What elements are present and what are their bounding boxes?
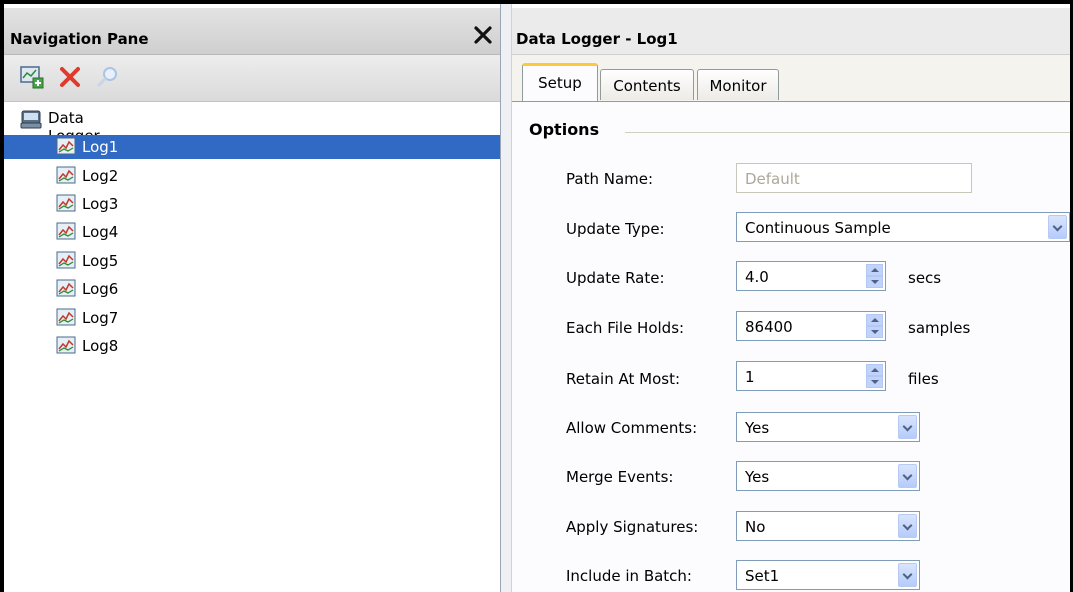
spin-down-icon[interactable] xyxy=(866,326,883,338)
merge-events-value: Yes xyxy=(745,468,770,486)
each-file-holds-value: 86400 xyxy=(745,318,793,336)
splitter[interactable] xyxy=(501,4,512,592)
include-in-batch-value: Set1 xyxy=(745,567,780,585)
update-rate-value: 4.0 xyxy=(745,268,769,286)
tab-monitor[interactable]: Monitor xyxy=(697,69,779,100)
close-icon[interactable] xyxy=(472,24,494,46)
tree-item-log7[interactable]: Log7 xyxy=(4,306,500,330)
merge-events-select[interactable]: Yes xyxy=(736,461,920,491)
each-file-holds-label: Each File Holds: xyxy=(566,319,685,337)
allow-comments-select[interactable]: Yes xyxy=(736,412,920,442)
navigation-pane: Navigation Pane Data Logger xyxy=(4,4,501,592)
spin-up-icon[interactable] xyxy=(866,364,883,376)
log-icon xyxy=(56,251,76,269)
spin-up-icon[interactable] xyxy=(866,264,883,276)
log-icon xyxy=(56,336,76,354)
tree-item-label: Log2 xyxy=(82,167,119,185)
spinner[interactable] xyxy=(866,264,883,288)
options-divider xyxy=(625,132,1070,133)
tree-item-label: Log3 xyxy=(82,195,119,213)
tab-strip: Setup Contents Monitor xyxy=(512,55,1070,102)
tree-item-log2[interactable]: Log2 xyxy=(4,164,500,188)
nav-header: Navigation Pane xyxy=(4,8,500,55)
nav-toolbar xyxy=(4,55,500,102)
refresh-icon[interactable] xyxy=(94,63,122,91)
include-in-batch-select[interactable]: Set1 xyxy=(736,560,920,590)
nav-title: Navigation Pane xyxy=(10,30,149,48)
log-icon xyxy=(56,194,76,212)
retain-at-most-stepper[interactable]: 1 xyxy=(736,361,886,391)
chevron-down-icon[interactable] xyxy=(898,464,917,488)
tab-label: Monitor xyxy=(709,77,767,95)
log-icon xyxy=(56,222,76,240)
spin-down-icon[interactable] xyxy=(866,376,883,388)
chevron-down-icon[interactable] xyxy=(898,415,917,439)
include-in-batch-label: Include in Batch: xyxy=(566,567,692,585)
update-rate-unit: secs xyxy=(908,269,942,287)
tree-item-log5[interactable]: Log5 xyxy=(4,249,500,273)
allow-comments-value: Yes xyxy=(745,419,770,437)
main-panel: Data Logger - Log1 Setup Contents Monito… xyxy=(512,4,1070,592)
update-rate-label: Update Rate: xyxy=(566,269,665,287)
options-heading: Options xyxy=(529,120,600,139)
path-name-field[interactable]: Default xyxy=(736,163,972,193)
update-type-select[interactable]: Continuous Sample xyxy=(736,212,1070,242)
retain-at-most-unit: files xyxy=(908,370,939,388)
delete-icon[interactable] xyxy=(56,63,84,91)
tree-item-log8[interactable]: Log8 xyxy=(4,334,500,358)
spinner[interactable] xyxy=(866,364,883,388)
log-icon xyxy=(56,308,76,326)
tree-item-label: Log7 xyxy=(82,309,119,327)
chevron-down-icon[interactable] xyxy=(898,514,917,538)
tree-item-log4[interactable]: Log4 xyxy=(4,220,500,244)
tree-item-label: Log6 xyxy=(82,280,119,298)
spinner[interactable] xyxy=(866,314,883,338)
path-name-label: Path Name: xyxy=(566,170,654,188)
update-rate-stepper[interactable]: 4.0 xyxy=(736,261,886,291)
tree-item-log3[interactable]: Log3 xyxy=(4,192,500,216)
log-icon xyxy=(56,279,76,297)
retain-at-most-value: 1 xyxy=(745,368,755,386)
tree-item-label: Log4 xyxy=(82,223,119,241)
add-log-icon[interactable] xyxy=(18,63,46,91)
apply-signatures-select[interactable]: No xyxy=(736,511,920,541)
retain-at-most-label: Retain At Most: xyxy=(566,370,681,388)
tree-item-log6[interactable]: Log6 xyxy=(4,277,500,301)
chevron-down-icon[interactable] xyxy=(898,563,917,587)
setup-content: Options Path Name: Default Update Type: … xyxy=(512,102,1070,592)
spin-down-icon[interactable] xyxy=(866,276,883,288)
apply-signatures-label: Apply Signatures: xyxy=(566,518,699,536)
tree-item-label: Log8 xyxy=(82,337,119,355)
allow-comments-label: Allow Comments: xyxy=(566,419,698,437)
tree-item-label: Log1 xyxy=(82,138,119,156)
page-title: Data Logger - Log1 xyxy=(516,30,678,48)
update-type-label: Update Type: xyxy=(566,220,665,238)
spin-up-icon[interactable] xyxy=(866,314,883,326)
each-file-holds-unit: samples xyxy=(908,319,971,337)
apply-signatures-value: No xyxy=(745,518,766,536)
tab-label: Setup xyxy=(538,74,582,92)
merge-events-label: Merge Events: xyxy=(566,468,674,486)
tab-contents[interactable]: Contents xyxy=(600,69,694,100)
log-icon xyxy=(56,137,76,155)
tab-label: Contents xyxy=(613,77,681,95)
data-logger-icon xyxy=(20,110,42,129)
chevron-down-icon[interactable] xyxy=(1048,215,1067,239)
log-icon xyxy=(56,166,76,184)
update-type-value: Continuous Sample xyxy=(745,219,891,237)
main-header: Data Logger - Log1 xyxy=(512,8,1070,55)
path-name-placeholder: Default xyxy=(745,170,800,188)
tab-setup[interactable]: Setup xyxy=(522,63,598,101)
each-file-holds-stepper[interactable]: 86400 xyxy=(736,311,886,341)
tree-item-label: Log5 xyxy=(82,252,119,270)
tree-item-log1[interactable]: Log1 xyxy=(4,135,500,159)
